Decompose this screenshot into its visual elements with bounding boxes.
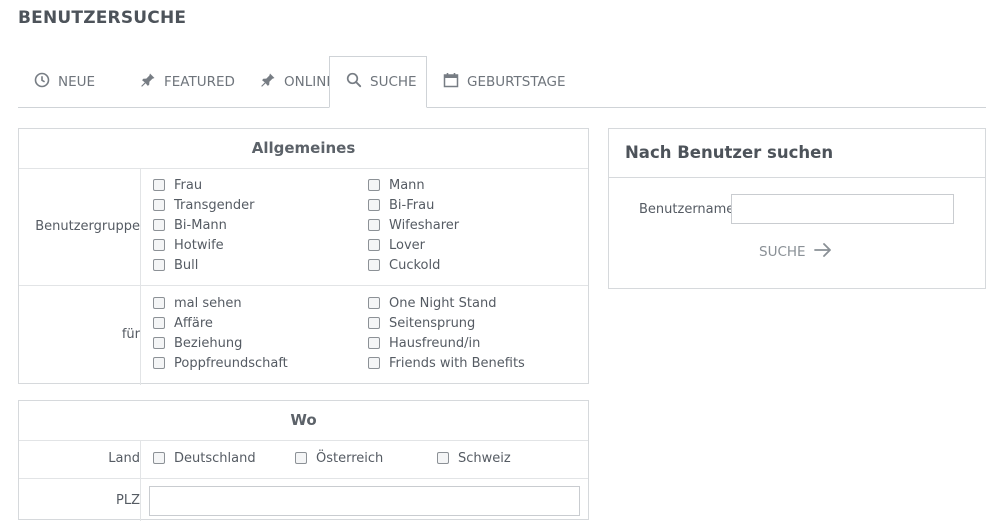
calendar-icon	[443, 72, 459, 92]
benutzergruppe-label: Benutzergruppe	[35, 219, 140, 234]
wo-heading: Wo	[19, 401, 588, 441]
checkbox-friends-with-benefits[interactable]: Friends with Benefits	[368, 353, 525, 373]
checkbox-box[interactable]	[153, 452, 165, 464]
fuer-label: für	[121, 327, 140, 342]
tab-label: SUCHE	[370, 74, 417, 90]
checkbox-one-night-stand[interactable]: One Night Stand	[368, 293, 496, 313]
tab-label: GEBURTSTAGE	[467, 74, 566, 90]
checkbox-label: Österreich	[316, 450, 384, 466]
checkbox-label: Deutschland	[174, 450, 256, 466]
checkbox-box[interactable]	[153, 337, 165, 349]
checkbox-label: One Night Stand	[389, 295, 497, 311]
checkbox-label: Schweiz	[458, 450, 511, 466]
tab-featured[interactable]: FEATURED	[124, 56, 244, 108]
username-input[interactable]	[731, 194, 954, 224]
clock-icon	[34, 72, 50, 92]
checkbox-label: Bi-Frau	[389, 197, 435, 213]
checkbox-box[interactable]	[295, 452, 307, 464]
checkbox-box[interactable]	[153, 239, 165, 251]
checkbox-box[interactable]	[368, 219, 380, 231]
checkbox-frau[interactable]: Frau	[153, 175, 202, 195]
username-label: Benutzername	[639, 202, 735, 217]
checkbox-box[interactable]	[437, 452, 449, 464]
checkbox-box[interactable]	[368, 199, 380, 211]
checkbox-label: Transgender	[174, 197, 255, 213]
checkbox-label: Wifesharer	[389, 217, 460, 233]
checkbox-bi-mann[interactable]: Bi-Mann	[153, 215, 227, 235]
user-search-panel: Nach Benutzer suchen Benutzername SUCHE	[608, 128, 986, 289]
checkbox-box[interactable]	[368, 179, 380, 191]
tab-bar: NEUE FEATURED ONLINE SUCHE GEBURTSTAGE	[18, 56, 986, 108]
allgemeines-heading: Allgemeines	[19, 129, 588, 169]
checkbox-box[interactable]	[368, 297, 380, 309]
checkbox-transgender[interactable]: Transgender	[153, 195, 254, 215]
arrow-right-icon	[813, 242, 832, 262]
checkbox-box[interactable]	[153, 179, 165, 191]
pin-icon	[140, 72, 156, 92]
checkbox-bull[interactable]: Bull	[153, 255, 198, 275]
checkbox-box[interactable]	[368, 337, 380, 349]
checkbox-beziehung[interactable]: Beziehung	[153, 333, 242, 353]
checkbox-label: Frau	[174, 177, 203, 193]
checkbox-box[interactable]	[153, 317, 165, 329]
allgemeines-panel: Allgemeines Benutzergruppe Frau Mann Tra…	[18, 128, 589, 385]
checkbox-affaere[interactable]: Affäre	[153, 313, 213, 333]
checkbox-label: Hausfreund/in	[389, 335, 481, 351]
checkbox-box[interactable]	[153, 297, 165, 309]
checkbox-box[interactable]	[153, 259, 165, 271]
plz-label: PLZ	[116, 493, 140, 508]
checkbox-deutschland[interactable]: Deutschland	[153, 448, 256, 468]
checkbox-box[interactable]	[368, 239, 380, 251]
checkbox-label: Cuckold	[389, 257, 441, 273]
checkbox-label: Affäre	[174, 315, 213, 331]
land-label: Land	[108, 451, 140, 466]
checkbox-box[interactable]	[153, 357, 165, 369]
tab-label: NEUE	[58, 74, 96, 90]
checkbox-lover[interactable]: Lover	[368, 235, 425, 255]
plz-input[interactable]	[149, 486, 580, 516]
checkbox-box[interactable]	[153, 219, 165, 231]
tab-suche[interactable]: SUCHE	[329, 56, 427, 108]
checkbox-label: Beziehung	[174, 335, 243, 351]
checkbox-label: mal sehen	[174, 295, 242, 311]
tab-label: ONLINE	[284, 74, 335, 90]
checkbox-oesterreich[interactable]: Österreich	[295, 448, 383, 468]
user-search-title: Nach Benutzer suchen	[625, 143, 834, 162]
checkbox-mann[interactable]: Mann	[368, 175, 425, 195]
checkbox-mal-sehen[interactable]: mal sehen	[153, 293, 242, 313]
checkbox-label: Friends with Benefits	[389, 355, 525, 371]
checkbox-box[interactable]	[368, 259, 380, 271]
checkbox-label: Poppfreundschaft	[174, 355, 288, 371]
checkbox-hausfreund[interactable]: Hausfreund/in	[368, 333, 480, 353]
search-button[interactable]: SUCHE	[759, 242, 832, 262]
pin-icon	[260, 72, 276, 92]
tab-geburtstage[interactable]: GEBURTSTAGE	[427, 56, 567, 108]
search-icon	[346, 72, 362, 92]
wo-panel: Wo Land Deutschland Österreich Schweiz P…	[18, 400, 589, 521]
tab-neue[interactable]: NEUE	[18, 56, 124, 108]
checkbox-label: Lover	[389, 237, 426, 253]
checkbox-box[interactable]	[153, 199, 165, 211]
tab-label: FEATURED	[164, 74, 235, 90]
checkbox-schweiz[interactable]: Schweiz	[437, 448, 511, 468]
checkbox-label: Seitensprung	[389, 315, 476, 331]
checkbox-cuckold[interactable]: Cuckold	[368, 255, 440, 275]
checkbox-wifesharer[interactable]: Wifesharer	[368, 215, 459, 235]
search-button-label: SUCHE	[759, 244, 806, 260]
checkbox-box[interactable]	[368, 357, 380, 369]
checkbox-label: Bi-Mann	[174, 217, 227, 233]
checkbox-hotwife[interactable]: Hotwife	[153, 235, 224, 255]
checkbox-seitensprung[interactable]: Seitensprung	[368, 313, 475, 333]
checkbox-poppfreundschaft[interactable]: Poppfreundschaft	[153, 353, 288, 373]
checkbox-label: Hotwife	[174, 237, 224, 253]
checkbox-label: Mann	[389, 177, 425, 193]
checkbox-label: Bull	[174, 257, 199, 273]
checkbox-box[interactable]	[368, 317, 380, 329]
checkbox-bi-frau[interactable]: Bi-Frau	[368, 195, 434, 215]
page-title: BENUTZERSUCHE	[18, 8, 187, 28]
